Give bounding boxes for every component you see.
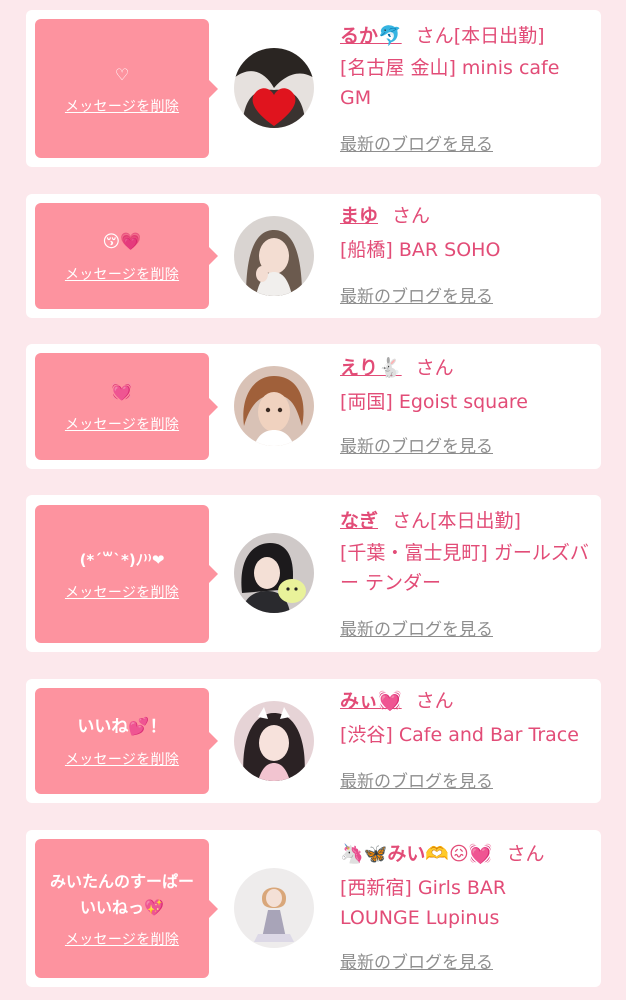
delete-message-link[interactable]: メッセージを削除 xyxy=(65,264,179,284)
latest-blog-link[interactable]: 最新のブログを見る xyxy=(340,130,493,155)
message-card: いいね💕！ メッセージを削除 みぃ💓 さん [渋谷] Cafe and Bar T… xyxy=(26,679,601,803)
latest-blog-link[interactable]: 最新のブログを見る xyxy=(340,432,493,457)
latest-blog-link[interactable]: 最新のブログを見る xyxy=(340,282,493,307)
message-text: 😚💗 xyxy=(102,231,142,252)
shop-name: [西新宿] Girls BAR LOUNGE Lupinus xyxy=(340,877,507,929)
delete-message-link[interactable]: メッセージを削除 xyxy=(65,749,179,769)
message-card: ♡ メッセージを削除 るか🐬 さん[本日出勤] [名古屋 金山] minis ca… xyxy=(26,10,601,167)
cast-info: なぎ さん[本日出勤] [千葉・富士見町] ガールズバー テンダー xyxy=(340,507,591,598)
message-card: みいたんのすーぱーいいねっ💖 メッセージを削除 🦄🦋みい🫶😖💓 さん [西新宿] … xyxy=(26,830,601,987)
message-bubble: (*´꒳`*)ﾉ⁾⁾❤ メッセージを削除 xyxy=(35,505,218,643)
cast-name-link[interactable]: まゆ xyxy=(340,205,378,227)
message-bubble: ♡ メッセージを削除 xyxy=(35,19,218,158)
working-today-badge: [本日出勤] xyxy=(430,510,521,532)
avatar[interactable] xyxy=(234,868,314,948)
message-text: いいね💕！ xyxy=(77,716,167,737)
working-today-badge: [本日出勤] xyxy=(453,25,545,47)
cast-info: みぃ💓 さん [渋谷] Cafe and Bar Trace xyxy=(340,687,591,750)
honorific: さん xyxy=(392,205,431,227)
shop-name: [千葉・富士見町] ガールズバー テンダー xyxy=(340,542,589,594)
honorific: さん xyxy=(415,25,454,47)
message-text: ♡ xyxy=(114,65,130,84)
avatar[interactable] xyxy=(234,216,314,296)
message-text: (*´꒳`*)ﾉ⁾⁾❤ xyxy=(79,550,165,569)
avatar[interactable] xyxy=(234,533,314,613)
avatar[interactable] xyxy=(234,701,314,781)
message-bubble: 💓 メッセージを削除 xyxy=(35,353,218,460)
cast-info: まゆ さん [船橋] BAR SOHO xyxy=(340,202,591,265)
cast-name-link[interactable]: なぎ xyxy=(340,510,378,532)
honorific: さん xyxy=(415,690,454,712)
honorific: さん xyxy=(506,843,545,865)
message-bubble: みいたんのすーぱーいいねっ💖 メッセージを削除 xyxy=(35,839,218,978)
avatar[interactable] xyxy=(234,48,314,128)
cast-name-link[interactable]: るか🐬 xyxy=(340,25,402,47)
delete-message-link[interactable]: メッセージを削除 xyxy=(65,582,179,602)
delete-message-link[interactable]: メッセージを削除 xyxy=(65,929,179,949)
message-list: ♡ メッセージを削除 るか🐬 さん[本日出勤] [名古屋 金山] minis ca… xyxy=(0,0,626,1000)
cast-name-link[interactable]: 🦄🦋みい🫶😖💓 xyxy=(340,843,492,865)
delete-message-link[interactable]: メッセージを削除 xyxy=(65,414,179,434)
cast-name-link[interactable]: みぃ💓 xyxy=(340,690,402,712)
message-card: (*´꒳`*)ﾉ⁾⁾❤ メッセージを削除 なぎ さん[本日出勤] [千葉・富士見町… xyxy=(26,495,601,652)
shop-name: [渋谷] Cafe and Bar Trace xyxy=(340,724,579,746)
avatar[interactable] xyxy=(234,366,314,446)
message-card: 💓 メッセージを削除 えり🐇 さん [両国] Egoist square 最新のブ… xyxy=(26,344,601,469)
message-card: 😚💗 メッセージを削除 まゆ さん [船橋] BAR SOHO 最新のブログを見る xyxy=(26,194,601,318)
message-bubble: いいね💕！ メッセージを削除 xyxy=(35,688,218,794)
message-text: みいたんのすーぱーいいねっ💖 xyxy=(49,871,194,917)
message-text: 💓 xyxy=(111,382,133,402)
latest-blog-link[interactable]: 最新のブログを見る xyxy=(340,615,493,640)
latest-blog-link[interactable]: 最新のブログを見る xyxy=(340,767,493,792)
honorific: さん xyxy=(392,510,431,532)
cast-info: るか🐬 さん[本日出勤] [名古屋 金山] minis cafe GM xyxy=(340,22,591,113)
message-bubble: 😚💗 メッセージを削除 xyxy=(35,203,218,309)
shop-name: [両国] Egoist square xyxy=(340,391,528,413)
cast-info: 🦄🦋みい🫶😖💓 さん [西新宿] Girls BAR LOUNGE Lupinus xyxy=(340,840,591,933)
shop-name: [船橋] BAR SOHO xyxy=(340,239,501,261)
delete-message-link[interactable]: メッセージを削除 xyxy=(65,96,179,116)
cast-name-link[interactable]: えり🐇 xyxy=(340,357,402,379)
honorific: さん xyxy=(415,357,454,379)
cast-info: えり🐇 さん [両国] Egoist square xyxy=(340,354,591,417)
latest-blog-link[interactable]: 最新のブログを見る xyxy=(340,948,493,973)
shop-name: [名古屋 金山] minis cafe GM xyxy=(340,57,560,109)
